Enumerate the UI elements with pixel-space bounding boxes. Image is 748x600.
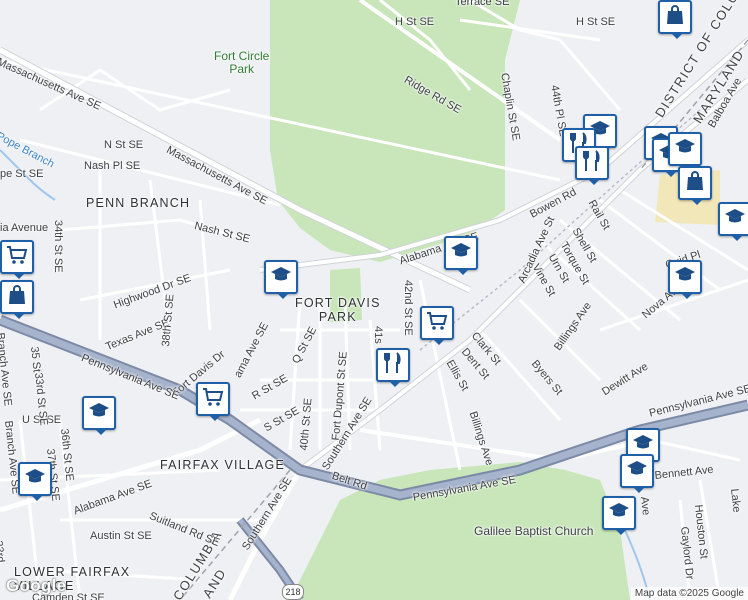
fairfax-village-label: FAIRFAX VILLAGE (160, 458, 285, 472)
poi-pin-store[interactable] (0, 280, 34, 319)
street-label: 42nd St SE (402, 280, 414, 336)
graduation-cap-icon (269, 263, 293, 292)
shopping-cart-icon (5, 243, 29, 272)
galilee-church-label: Galilee Baptist Church (474, 524, 594, 538)
poi-pin-school[interactable] (668, 260, 702, 299)
street-label: 34th St SE (52, 220, 64, 273)
poi-pin-grocery[interactable] (420, 306, 454, 345)
graduation-cap-icon (23, 465, 47, 494)
street-label: Lake (728, 488, 743, 513)
poi-pin-restaurant[interactable] (376, 348, 410, 387)
poi-pin-school[interactable] (82, 396, 116, 435)
map-attribution[interactable]: Map data ©2025 Google (630, 587, 748, 600)
street-label: Austin St SE (90, 530, 152, 542)
street-label: H St SE (576, 16, 616, 28)
poi-pin-grocery[interactable] (0, 240, 34, 279)
street-label: 35 St (28, 346, 43, 373)
poi-pin-school[interactable] (668, 132, 702, 171)
route-shield: 218 (282, 584, 304, 600)
poi-pin-school[interactable] (620, 454, 654, 493)
graduation-cap-icon (673, 135, 697, 164)
poi-pin-school[interactable] (602, 496, 636, 535)
shopping-bag-icon (5, 283, 29, 312)
fort-davis-park-label: FORT DAVIS PARK (295, 296, 381, 324)
poi-pin-store[interactable] (658, 0, 692, 39)
street-label: Nash Pl SE (84, 160, 141, 172)
poi-pin-grocery[interactable] (196, 382, 230, 421)
graduation-cap-icon (625, 457, 649, 486)
poi-pin-school[interactable] (444, 236, 478, 275)
shopping-bag-icon (663, 3, 687, 32)
graduation-cap-icon (673, 263, 697, 292)
poi-pin-restaurant[interactable] (575, 146, 609, 185)
poi-pin-store[interactable] (678, 166, 712, 205)
restaurant-icon (381, 351, 405, 380)
restaurant-icon (580, 149, 604, 178)
map-canvas[interactable]: Fort Circle Park PENN BRANCH FORT DAVIS PA… (0, 0, 748, 600)
ia-avenue-label: ia Avenue (0, 222, 49, 234)
penn-branch-label: PENN BRANCH (86, 196, 191, 210)
street-label: pe St SE (0, 168, 44, 180)
poi-pin-school[interactable] (264, 260, 298, 299)
graduation-cap-icon (723, 205, 747, 234)
graduation-cap-icon (607, 499, 631, 528)
graduation-cap-icon (449, 239, 473, 268)
poi-pin-school[interactable] (18, 462, 52, 501)
street-label: N St SE (104, 139, 144, 151)
poi-pin-school[interactable] (718, 202, 748, 241)
shopping-bag-icon (683, 169, 707, 198)
street-label: 41s (372, 326, 384, 344)
fort-circle-park-label: Fort Circle Park (214, 49, 270, 76)
shopping-cart-icon (201, 385, 225, 414)
google-logo: Google (6, 576, 67, 595)
graduation-cap-icon (87, 399, 111, 428)
street-label: Terrace SE (455, 0, 510, 8)
street-label: Ave (638, 496, 652, 516)
street-label: H St SE (395, 16, 435, 28)
shopping-cart-icon (425, 309, 449, 338)
